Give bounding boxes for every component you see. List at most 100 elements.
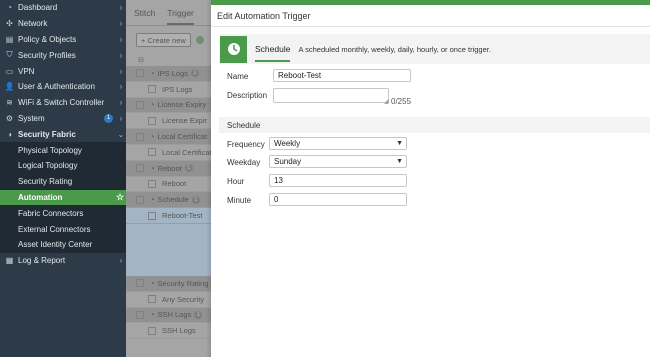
weekday-select[interactable]: Sunday ▼ [269, 155, 407, 168]
weekday-label: Weekday [227, 158, 261, 167]
sidebar-subitem-asset-identity-center[interactable]: Asset Identity Center [0, 236, 126, 253]
sidebar-subitem-security-rating[interactable]: Security Rating [0, 173, 126, 190]
sidebar-item-system[interactable]: ⚙ System 1 › [0, 111, 126, 127]
notification-badge: 1 [104, 113, 113, 123]
create-new-button[interactable]: + Create new [136, 33, 191, 47]
description-label: Description [227, 91, 268, 100]
row-checkbox[interactable] [148, 211, 156, 220]
row-label: Local Certificat [162, 147, 211, 157]
row-checkbox[interactable] [136, 69, 144, 78]
trigger-group-row[interactable]: ◔ Local Certificat [126, 129, 211, 145]
chevron-right-icon: › [119, 50, 123, 60]
sidebar-subitem-automation[interactable]: Automation ☆ [0, 189, 126, 206]
frequency-select[interactable]: Weekly ▼ [269, 137, 407, 150]
sidebar-item-wifi-switch-controller[interactable]: ≋ WiFi & Switch Controller › [0, 95, 126, 111]
chevron-right-icon: › [119, 19, 123, 29]
sidebar-subitem-label: Asset Identity Center [18, 240, 93, 250]
trigger-group-row[interactable]: ◔ IPS Logs 1 [126, 66, 211, 82]
row-checkbox[interactable] [136, 164, 144, 173]
sidebar-subitem-logical-topology[interactable]: Logical Topology [0, 157, 126, 174]
table-row[interactable]: Any Security [126, 292, 211, 308]
sidebar: ◔ Dashboard › ✣ Network › ▤ Policy & Objects › ⛉ S… [0, 0, 126, 357]
sidebar-item-log-report[interactable]: ▦ Log & Report › [0, 253, 126, 269]
collapse-all-icon[interactable]: ⊟ [138, 56, 144, 64]
sidebar-item-dashboard[interactable]: ◔ Dashboard › [0, 0, 126, 16]
row-checkbox[interactable] [148, 295, 156, 304]
count-badge: 1 [190, 69, 199, 78]
trigger-group-row[interactable]: ◔ Reboot 1 [126, 160, 211, 177]
tab-trigger[interactable]: Trigger [167, 8, 194, 25]
count-badge: 1 [191, 195, 200, 204]
dashboard-icon: ◔ [7, 3, 12, 13]
trigger-group-row[interactable]: ◔ Security Rating [126, 275, 211, 292]
table-row[interactable]: Local Certificat [126, 145, 211, 161]
row-checkbox[interactable] [136, 132, 144, 141]
sidebar-item-policy-objects[interactable]: ▤ Policy & Objects › [0, 32, 126, 48]
row-checkbox[interactable] [148, 85, 156, 94]
sidebar-item-label: Policy & Objects [18, 34, 77, 44]
trigger-type-icon: ◔ [150, 100, 155, 110]
trigger-group-row[interactable]: ◔ Schedule 1 [126, 192, 211, 209]
table-row[interactable]: License Expir [126, 113, 211, 130]
chevron-right-icon: › [119, 66, 123, 76]
sidebar-item-label: VPN [18, 66, 35, 76]
chevron-right-icon: › [119, 98, 123, 108]
sidebar-subitem-label: Automation [18, 192, 63, 202]
schedule-section-title: Schedule [227, 120, 261, 130]
sidebar-subitem-label: Security Rating [18, 177, 73, 187]
user-icon: 👤 [4, 82, 15, 92]
trigger-type-card[interactable]: Schedule A scheduled monthly, weekly, da… [219, 34, 650, 64]
trigger-group-row[interactable]: ◔ License Expiry [126, 97, 211, 114]
row-checkbox[interactable] [148, 148, 156, 157]
sidebar-subitem-label: Fabric Connectors [18, 208, 84, 218]
sidebar-item-label: WiFi & Switch Controller [18, 98, 105, 108]
hour-field[interactable]: 13 [269, 174, 407, 187]
status-icon [195, 36, 204, 44]
sidebar-item-security-profiles[interactable]: ⛉ Security Profiles › [0, 47, 126, 63]
star-icon[interactable]: ☆ [114, 192, 126, 203]
chevron-right-icon: › [119, 113, 123, 123]
name-field[interactable]: Reboot-Test [273, 69, 411, 82]
trigger-type-icon: ◔ [150, 68, 155, 78]
table-row[interactable]: SSH Logs [126, 323, 211, 340]
sidebar-subitem-label: Physical Topology [18, 145, 82, 155]
sidebar-subitem-physical-topology[interactable]: Physical Topology [0, 142, 126, 158]
row-checkbox[interactable] [136, 100, 144, 109]
selected-row-extension [126, 223, 211, 276]
name-label: Name [227, 72, 249, 81]
row-checkbox[interactable] [148, 326, 156, 335]
clock-icon [220, 35, 247, 63]
row-checkbox[interactable] [136, 279, 144, 288]
sidebar-item-user-authentication[interactable]: 👤 User & Authentication › [0, 79, 126, 95]
sidebar-item-network[interactable]: ✣ Network › [0, 16, 126, 32]
weekday-value: Sunday [274, 157, 302, 166]
row-checkbox[interactable] [136, 310, 144, 319]
trigger-group-row[interactable]: ◔ SSH Logs 1 [126, 307, 211, 324]
row-checkbox[interactable] [136, 195, 144, 204]
sidebar-subitem-external-connectors[interactable]: External Connectors [0, 221, 126, 237]
row-checkbox[interactable] [148, 179, 156, 188]
table-row[interactable]: IPS Logs [126, 82, 211, 98]
sidebar-item-security-fabric[interactable]: ◑ Security Fabric ⌄ [0, 126, 126, 142]
sidebar-item-vpn[interactable]: ▭ VPN › [0, 63, 126, 79]
schedule-section-header: Schedule [219, 117, 650, 133]
table-row[interactable]: Reboot [126, 177, 211, 193]
row-label: Schedule [157, 195, 189, 205]
resize-handle-icon[interactable]: ◢ [384, 98, 389, 105]
dropdown-caret-icon: ▼ [396, 140, 403, 147]
frequency-label: Frequency [227, 140, 265, 149]
sidebar-subitem-fabric-connectors[interactable]: Fabric Connectors [0, 205, 126, 222]
count-badge: 1 [184, 164, 193, 173]
sidebar-item-label: System [18, 113, 45, 123]
minute-field[interactable]: 0 [269, 193, 407, 206]
table-row[interactable]: Reboot-Test [126, 208, 211, 224]
chevron-down-icon: ⌄ [117, 129, 125, 139]
frequency-value: Weekly [274, 139, 301, 148]
minute-label: Minute [227, 196, 252, 205]
row-checkbox[interactable] [148, 116, 156, 125]
description-char-count: 0/255 [391, 97, 412, 106]
description-field[interactable] [273, 88, 389, 103]
row-label: IPS Logs [162, 84, 193, 94]
tab-stitch[interactable]: Stitch [134, 8, 155, 25]
row-label: Local Certificat [157, 132, 208, 142]
